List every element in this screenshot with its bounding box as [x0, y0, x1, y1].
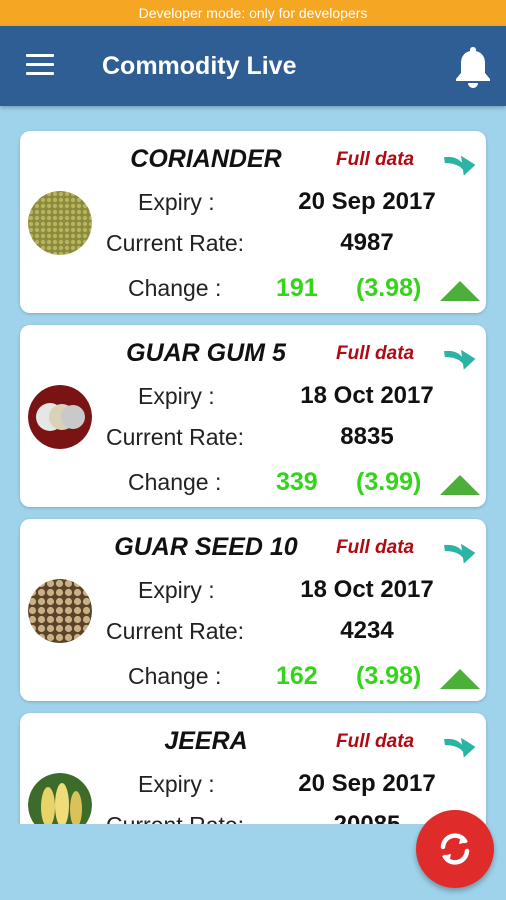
full-data-link[interactable]: Full data: [336, 149, 414, 171]
app-title: Commodity Live: [102, 52, 297, 80]
expiry-value: 18 Oct 2017: [300, 382, 434, 409]
expiry-label: Expiry :: [138, 189, 215, 215]
change-percent: (3.98): [356, 274, 422, 302]
expiry-value: 20 Sep 2017: [298, 188, 436, 215]
commodity-card[interactable]: JEERA Full data Expiry : 20 Sep 2017 Cur…: [20, 713, 486, 824]
current-rate-value: 4987: [340, 229, 394, 256]
current-rate-label: Current Rate:: [106, 424, 245, 450]
change-value: 339: [276, 468, 318, 496]
expiry-label: Expiry :: [138, 383, 215, 409]
menu-icon[interactable]: [26, 54, 54, 78]
expiry-label: Expiry :: [138, 771, 215, 797]
commodity-name: GUAR GUM 5: [126, 339, 286, 367]
commodity-name: CORIANDER: [130, 145, 282, 173]
change-value: 162: [276, 662, 318, 690]
commodity-card[interactable]: GUAR GUM 5 Full data Expiry : 18 Oct 201…: [20, 325, 486, 507]
change-value: 191: [276, 274, 318, 302]
up-triangle-icon: [440, 281, 480, 301]
current-rate-label: Current Rate:: [106, 230, 245, 256]
current-rate-label: Current Rate:: [106, 812, 244, 824]
expiry-label: Expiry :: [138, 577, 215, 603]
jeera-image: [28, 773, 92, 824]
guar-gum-image: [28, 385, 92, 449]
change-label: Change :: [128, 663, 222, 689]
developer-mode-banner: Developer mode: only for developers: [0, 0, 506, 26]
commodity-name: GUAR SEED 10: [114, 533, 298, 561]
coriander-image: [28, 191, 92, 255]
current-rate-value: 4234: [340, 617, 394, 644]
commodity-list[interactable]: CORIANDER Full data Expiry : 20 Sep 2017…: [0, 106, 506, 824]
current-rate-label: Current Rate:: [106, 618, 245, 644]
full-data-link[interactable]: Full data: [336, 537, 414, 559]
up-triangle-icon: [440, 475, 480, 495]
change-percent: (3.99): [356, 468, 422, 496]
full-data-link[interactable]: Full data: [336, 343, 414, 365]
notification-bell-icon[interactable]: [452, 44, 494, 88]
commodity-card[interactable]: CORIANDER Full data Expiry : 20 Sep 2017…: [20, 131, 486, 313]
forward-arrow-icon[interactable]: [442, 143, 478, 177]
up-triangle-icon: [440, 669, 480, 689]
app-bar: Commodity Live: [0, 26, 506, 106]
refresh-icon: [440, 833, 470, 865]
change-label: Change :: [128, 275, 222, 301]
full-data-link[interactable]: Full data: [336, 731, 414, 753]
change-percent: (3.98): [356, 662, 422, 690]
current-rate-value: 8835: [340, 423, 394, 450]
commodity-name: JEERA: [164, 727, 248, 755]
guar-seed-image: [28, 579, 92, 643]
expiry-value: 18 Oct 2017: [300, 576, 434, 603]
commodity-card[interactable]: GUAR SEED 10 Full data Expiry : 18 Oct 2…: [20, 519, 486, 701]
change-label: Change :: [128, 469, 222, 495]
forward-arrow-icon[interactable]: [442, 725, 478, 759]
forward-arrow-icon[interactable]: [442, 337, 478, 371]
refresh-button[interactable]: [416, 810, 494, 888]
forward-arrow-icon[interactable]: [442, 531, 478, 565]
expiry-value: 20 Sep 2017: [298, 770, 436, 797]
